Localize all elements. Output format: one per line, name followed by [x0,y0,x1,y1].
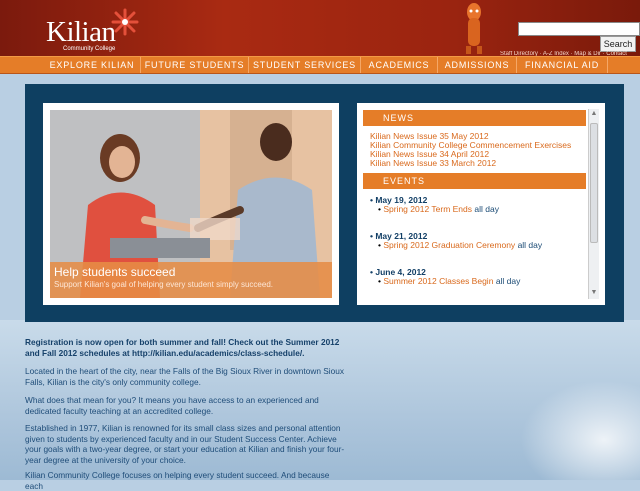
logo-subtitle: Community College [63,46,116,52]
scroll-thumb[interactable] [590,123,598,243]
intro-paragraph: Located in the heart of the city, near t… [25,366,344,387]
nav-student-services[interactable]: STUDENT SERVICES [249,57,361,73]
news-link[interactable]: Kilian News Issue 33 March 2012 [370,158,496,168]
nav-admissions[interactable]: ADMISSIONS [438,57,517,73]
scroll-up-icon[interactable]: ▲ [590,110,598,118]
events-heading: EVENTS [363,173,586,189]
caption-title: Help students succeed [54,265,176,279]
caption-text: Support Kilian's goal of helping every s… [54,280,273,289]
feature-caption[interactable]: Help students succeed Support Kilian's g… [50,262,332,298]
nav-academics[interactable]: ACADEMICS [361,57,438,73]
events-heading-label: EVENTS [383,176,426,186]
nav-financial-aid[interactable]: FINANCIAL AID [517,57,608,73]
search-input[interactable] [518,22,640,36]
logo-wordmark[interactable]: Kilian [46,16,116,49]
focus-paragraph: Kilian Community College focuses on help… [25,470,330,491]
search-button[interactable]: Search [600,36,636,52]
background-glow [520,380,640,480]
event-item: • Spring 2012 Graduation Ceremony all da… [378,240,543,250]
faculty-paragraph: What does that mean for you? It means yo… [25,395,319,416]
registration-announcement: Registration is now open for both summer… [25,337,340,358]
logo-star-icon [111,8,139,36]
news-heading-label: NEWS [383,113,414,123]
event-link[interactable]: Spring 2012 Graduation Ceremony [383,240,515,250]
event-item: • Spring 2012 Term Ends all day [378,204,499,214]
main-nav: EXPLORE KILIAN FUTURE STUDENTS STUDENT S… [0,56,640,74]
nav-future-students[interactable]: FUTURE STUDENTS [141,57,249,73]
nav-explore-kilian[interactable]: EXPLORE KILIAN [44,57,141,73]
event-link[interactable]: Summer 2012 Classes Begin [383,276,493,286]
event-when: all day [474,204,499,214]
news-heading: NEWS [363,110,586,126]
scroll-down-icon[interactable]: ▼ [590,289,598,297]
event-when: all day [495,276,521,286]
history-paragraph: Established in 1977, Kilian is renowned … [25,423,345,465]
news-scrollbar[interactable]: ▲ ▼ [588,109,599,299]
site-header: Kilian Community College Search Staff Di… [0,0,640,57]
event-item: • Summer 2012 Classes Begin all day [378,276,521,286]
mascot-icon [466,3,482,54]
event-when: all day [517,240,543,250]
event-link[interactable]: Spring 2012 Term Ends [383,204,472,214]
